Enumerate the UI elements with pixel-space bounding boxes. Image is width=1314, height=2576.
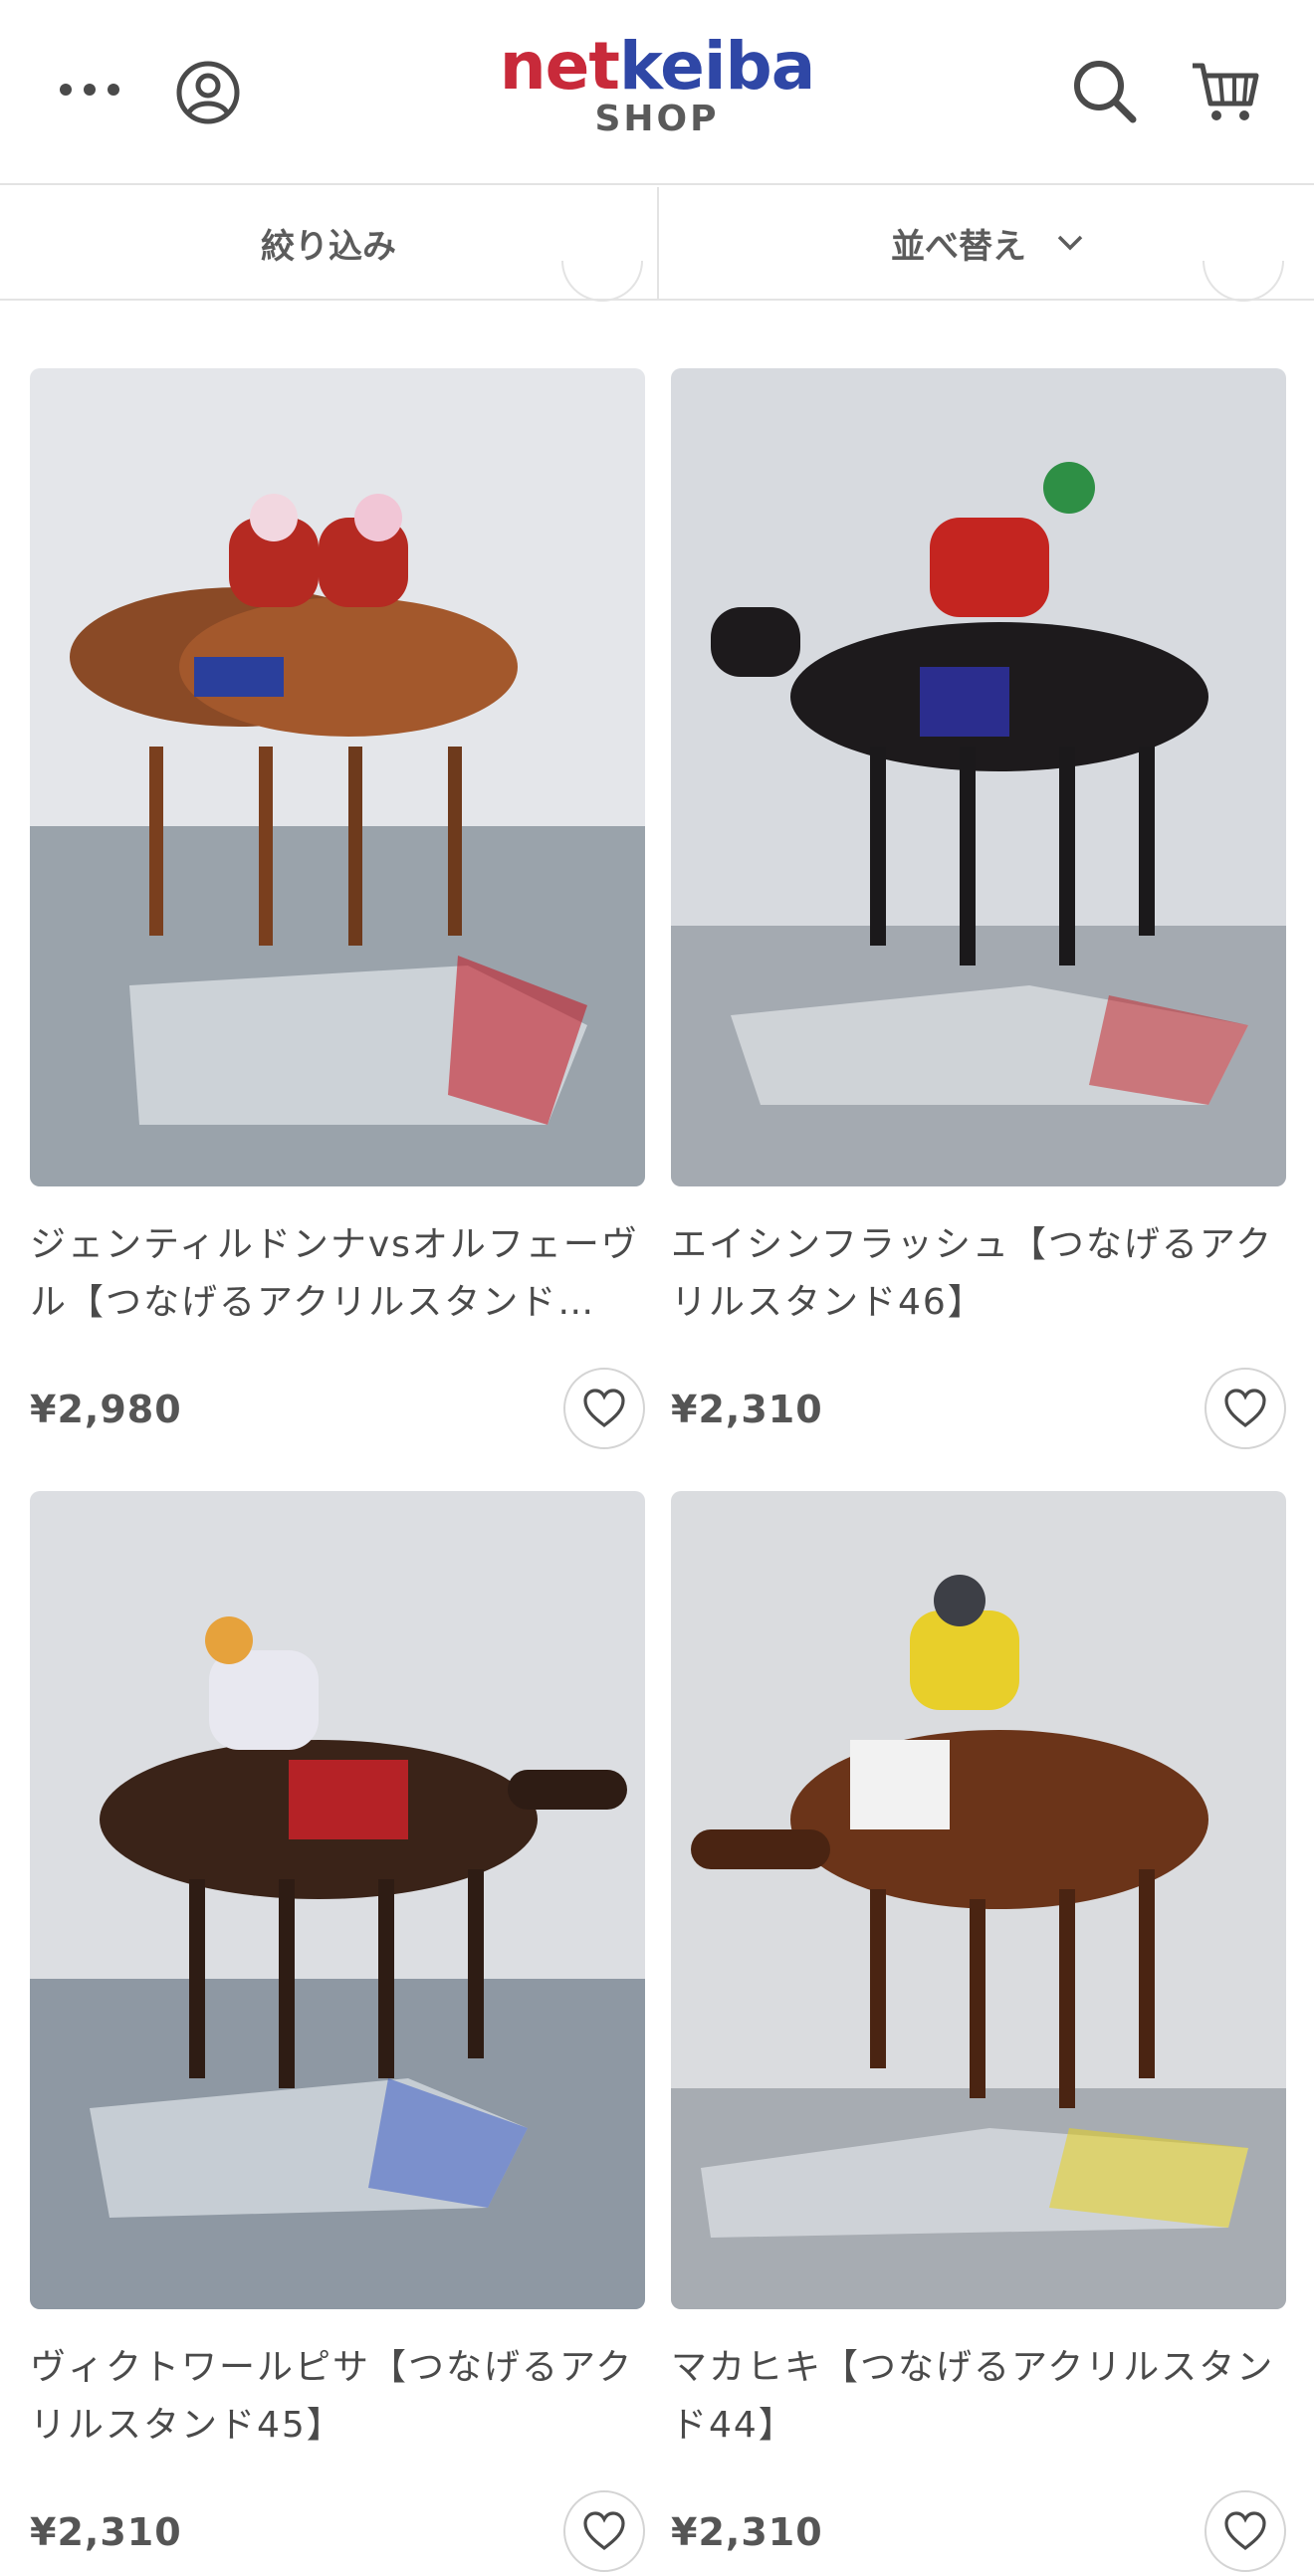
logo-keiba: keiba [619, 28, 815, 105]
prev-row-favorite-button[interactable] [1203, 261, 1284, 302]
cart-icon[interactable] [1191, 60, 1260, 125]
filter-sort-bar: 絞り込み 並べ替え [0, 187, 1314, 301]
prev-row-favorite-button[interactable] [561, 261, 643, 302]
product-card[interactable]: ジェンティルドンナvsオルフェーヴル【つなげるアクリルスタンド… ¥2,980 [30, 368, 645, 1453]
product-card[interactable]: ヴィクトワールピサ【つなげるアクリルスタンド45】 ¥2,310 [30, 1491, 645, 2576]
product-price: ¥2,310 [30, 2510, 182, 2554]
heart-icon [1224, 2511, 1266, 2551]
heart-icon [1224, 1389, 1266, 1428]
filter-button[interactable]: 絞り込み [0, 187, 657, 299]
app-header: netkeiba SHOP [0, 0, 1314, 185]
product-title[interactable]: ジェンティルドンナvsオルフェーヴル【つなげるアクリルスタンド… [30, 1216, 645, 1332]
more-dots-icon[interactable] [58, 78, 121, 102]
product-image[interactable] [671, 368, 1286, 1186]
chevron-down-icon [1057, 235, 1083, 251]
product-price: ¥2,310 [671, 1388, 823, 1431]
favorite-button[interactable] [1204, 1368, 1286, 1449]
heart-icon [583, 1389, 625, 1428]
product-image[interactable] [30, 1491, 645, 2309]
product-card[interactable]: マカヒキ【つなげるアクリルスタンド44】 ¥2,310 [671, 1491, 1286, 2576]
favorite-button[interactable] [1204, 2490, 1286, 2572]
product-title[interactable]: ヴィクトワールピサ【つなげるアクリルスタンド45】 [30, 2339, 645, 2455]
product-title[interactable]: マカヒキ【つなげるアクリルスタンド44】 [671, 2339, 1286, 2455]
sort-label: 並べ替え [891, 226, 1026, 267]
favorite-button[interactable] [563, 1368, 645, 1449]
favorite-button[interactable] [563, 2490, 645, 2572]
filter-label: 絞り込み [261, 226, 396, 267]
logo-net: net [499, 28, 620, 105]
account-icon[interactable] [175, 60, 241, 125]
product-price: ¥2,310 [671, 2510, 823, 2554]
logo-sub: SHOP [594, 99, 720, 139]
product-image[interactable] [30, 368, 645, 1186]
netkeiba-shop-logo[interactable]: netkeiba SHOP [478, 34, 836, 137]
product-title[interactable]: エイシンフラッシュ【つなげるアクリルスタンド46】 [671, 1216, 1286, 1332]
search-icon[interactable] [1071, 58, 1139, 125]
product-card[interactable]: エイシンフラッシュ【つなげるアクリルスタンド46】 ¥2,310 [671, 368, 1286, 1453]
heart-icon [583, 2511, 625, 2551]
product-image[interactable] [671, 1491, 1286, 2309]
product-price: ¥2,980 [30, 1388, 182, 1431]
